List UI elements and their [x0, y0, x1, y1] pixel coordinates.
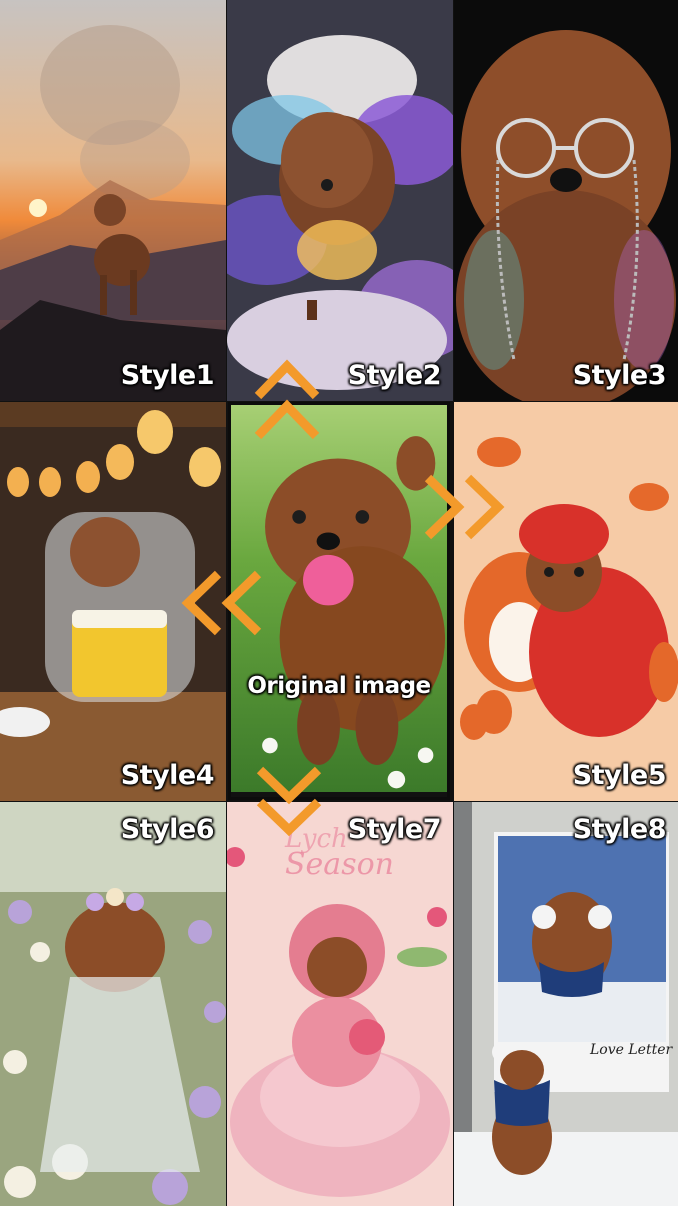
style8-scene — [454, 802, 678, 1206]
style7-season-text: Season — [285, 847, 394, 882]
style3-scene — [454, 0, 678, 401]
arrow-up-icon — [250, 358, 324, 442]
style8-label: Style8 — [572, 814, 667, 845]
arrow-left-icon — [178, 566, 266, 640]
style5-scene — [454, 402, 678, 801]
tile-style6[interactable]: Style6 — [0, 802, 226, 1206]
arrow-down-icon — [252, 762, 326, 838]
tile-style7[interactable]: Season Lych Style7 — [227, 802, 453, 1206]
style2-scene — [227, 0, 453, 401]
tile-style8[interactable]: Love Letter Style8 — [454, 802, 678, 1206]
style6-scene — [0, 802, 226, 1206]
style-grid: Style1 Style2 Style3 Style4 Original ima… — [0, 0, 678, 1206]
style6-label: Style6 — [120, 814, 215, 845]
tile-style2[interactable]: Style2 — [227, 0, 453, 401]
style3-label: Style3 — [572, 360, 667, 391]
style1-label: Style1 — [120, 360, 215, 391]
style4-label: Style4 — [120, 760, 215, 791]
original-image-label: Original image — [247, 673, 431, 699]
style1-scene — [0, 0, 226, 401]
style8-poster-text: Love Letter — [590, 1042, 673, 1058]
style7-label: Style7 — [347, 814, 442, 845]
arrow-right-icon — [420, 470, 508, 544]
style5-label: Style5 — [572, 760, 667, 791]
style2-label: Style2 — [347, 360, 442, 391]
tile-style1[interactable]: Style1 — [0, 0, 226, 401]
tile-style5[interactable]: Style5 — [454, 402, 678, 801]
tile-style3[interactable]: Style3 — [454, 0, 678, 401]
